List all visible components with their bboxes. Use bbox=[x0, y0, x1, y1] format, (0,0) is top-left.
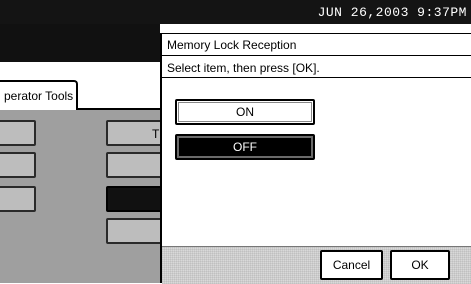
background-button-selected[interactable] bbox=[106, 186, 166, 212]
cancel-button[interactable]: Cancel bbox=[320, 250, 383, 280]
tab-underline bbox=[78, 108, 160, 110]
option-off-label: OFF bbox=[233, 140, 257, 154]
background-button[interactable] bbox=[0, 186, 36, 212]
ok-button[interactable]: OK bbox=[390, 250, 450, 280]
memory-lock-reception-dialog: Memory Lock Reception Select item, then … bbox=[160, 33, 471, 284]
option-on-button[interactable]: ON bbox=[175, 99, 315, 125]
dialog-instruction-bar: Select item, then press [OK]. bbox=[162, 57, 471, 78]
dialog-title: Memory Lock Reception bbox=[167, 38, 297, 52]
dialog-title-bar: Memory Lock Reception bbox=[162, 34, 471, 56]
dialog-instruction: Select item, then press [OK]. bbox=[167, 61, 320, 75]
operator-tools-tab[interactable]: perator Tools bbox=[0, 80, 78, 110]
option-off-button[interactable]: OFF bbox=[175, 134, 315, 160]
background-button[interactable] bbox=[106, 152, 166, 178]
background-button-label: T bbox=[152, 127, 160, 141]
option-on-label: ON bbox=[236, 105, 254, 119]
background-button[interactable] bbox=[0, 152, 36, 178]
date-time: JUN 26,2003 9:37PM bbox=[317, 5, 467, 20]
cancel-button-label: Cancel bbox=[332, 258, 371, 272]
status-bar: JUN 26,2003 9:37PM bbox=[0, 0, 471, 24]
background-button[interactable] bbox=[0, 120, 36, 146]
background-button[interactable] bbox=[106, 218, 166, 244]
operator-tools-tab-label: perator Tools bbox=[4, 89, 74, 103]
ok-button-label: OK bbox=[411, 258, 429, 272]
background-button[interactable]: T bbox=[106, 120, 166, 146]
background-header bbox=[0, 24, 160, 62]
